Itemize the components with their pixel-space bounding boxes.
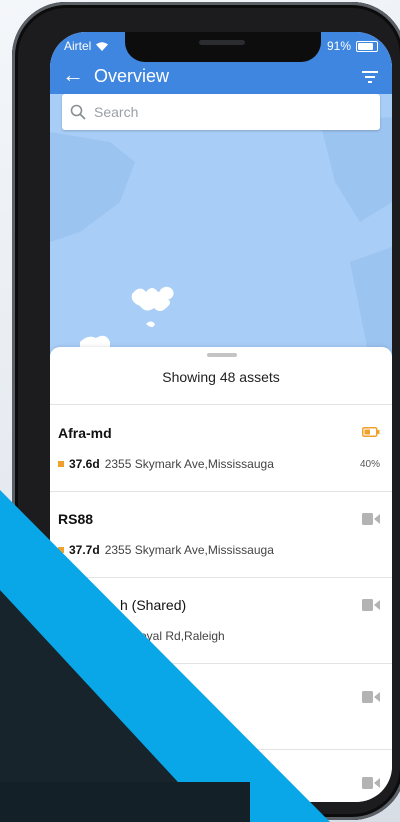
search-bar[interactable] [62, 94, 380, 130]
video-camera-icon [362, 777, 380, 789]
asset-details: oyal Rd,Raleigh [140, 629, 225, 643]
battery-percent: 91% [326, 39, 351, 53]
asset-name: Afra-md [58, 425, 112, 441]
asset-address: 2355 Skymark Ave,Mississauga [104, 543, 274, 557]
asset-count-label: Showing 48 assets [162, 369, 280, 385]
asset-item[interactable] [50, 663, 392, 750]
video-camera-icon [362, 513, 380, 525]
battery-low-icon [362, 427, 380, 437]
asset-days: 37.7d [69, 543, 100, 557]
asset-list-sheet: Showing 48 assets Afra-md 37.6d 2355 Sky… [50, 347, 392, 802]
app-header: ← Overview [50, 58, 392, 94]
asset-name: RS88 [58, 511, 94, 527]
status-dot [58, 461, 64, 467]
asset-battery-percent: 40% [359, 459, 380, 470]
video-camera-icon [362, 691, 380, 703]
page-title: Overview [94, 66, 170, 86]
video-camera-icon [362, 599, 380, 611]
asset-item[interactable] [50, 749, 392, 802]
status-dot [58, 547, 64, 553]
search-input[interactable] [92, 103, 366, 121]
asset-details: 37.6d 2355 Skymark Ave,Mississauga [58, 457, 274, 471]
back-arrow-icon[interactable]: ← [62, 64, 84, 86]
app-screen: Airtel 91% ← Overview Search Showing 48 … [50, 32, 392, 802]
speaker-grille [199, 40, 245, 45]
drag-handle[interactable] [207, 353, 237, 357]
asset-item[interactable]: Afra-md 37.6d 2355 Skymark Ave,Mississau… [50, 405, 392, 492]
wifi-icon [96, 41, 109, 51]
search-icon [70, 104, 86, 120]
asset-days: 37.6d [69, 457, 100, 471]
asset-address: 2355 Skymark Ave,Mississauga [104, 457, 274, 471]
battery-icon [356, 40, 378, 52]
filter-icon[interactable] [362, 70, 378, 84]
asset-item[interactable]: RS88 37.7d 2355 Skymark Ave,Mississauga [50, 491, 392, 578]
carrier-label: Airtel [64, 39, 92, 53]
asset-address: oyal Rd,Raleigh [140, 629, 225, 643]
asset-name: h (Shared) [120, 597, 187, 613]
phone-frame: Airtel 91% ← Overview Search Showing 48 … [12, 2, 400, 820]
asset-item[interactable]: h (Shared) oyal Rd,Raleigh [50, 577, 392, 664]
asset-details: 37.7d 2355 Skymark Ave,Mississauga [58, 543, 274, 557]
phone-notch [125, 32, 321, 62]
